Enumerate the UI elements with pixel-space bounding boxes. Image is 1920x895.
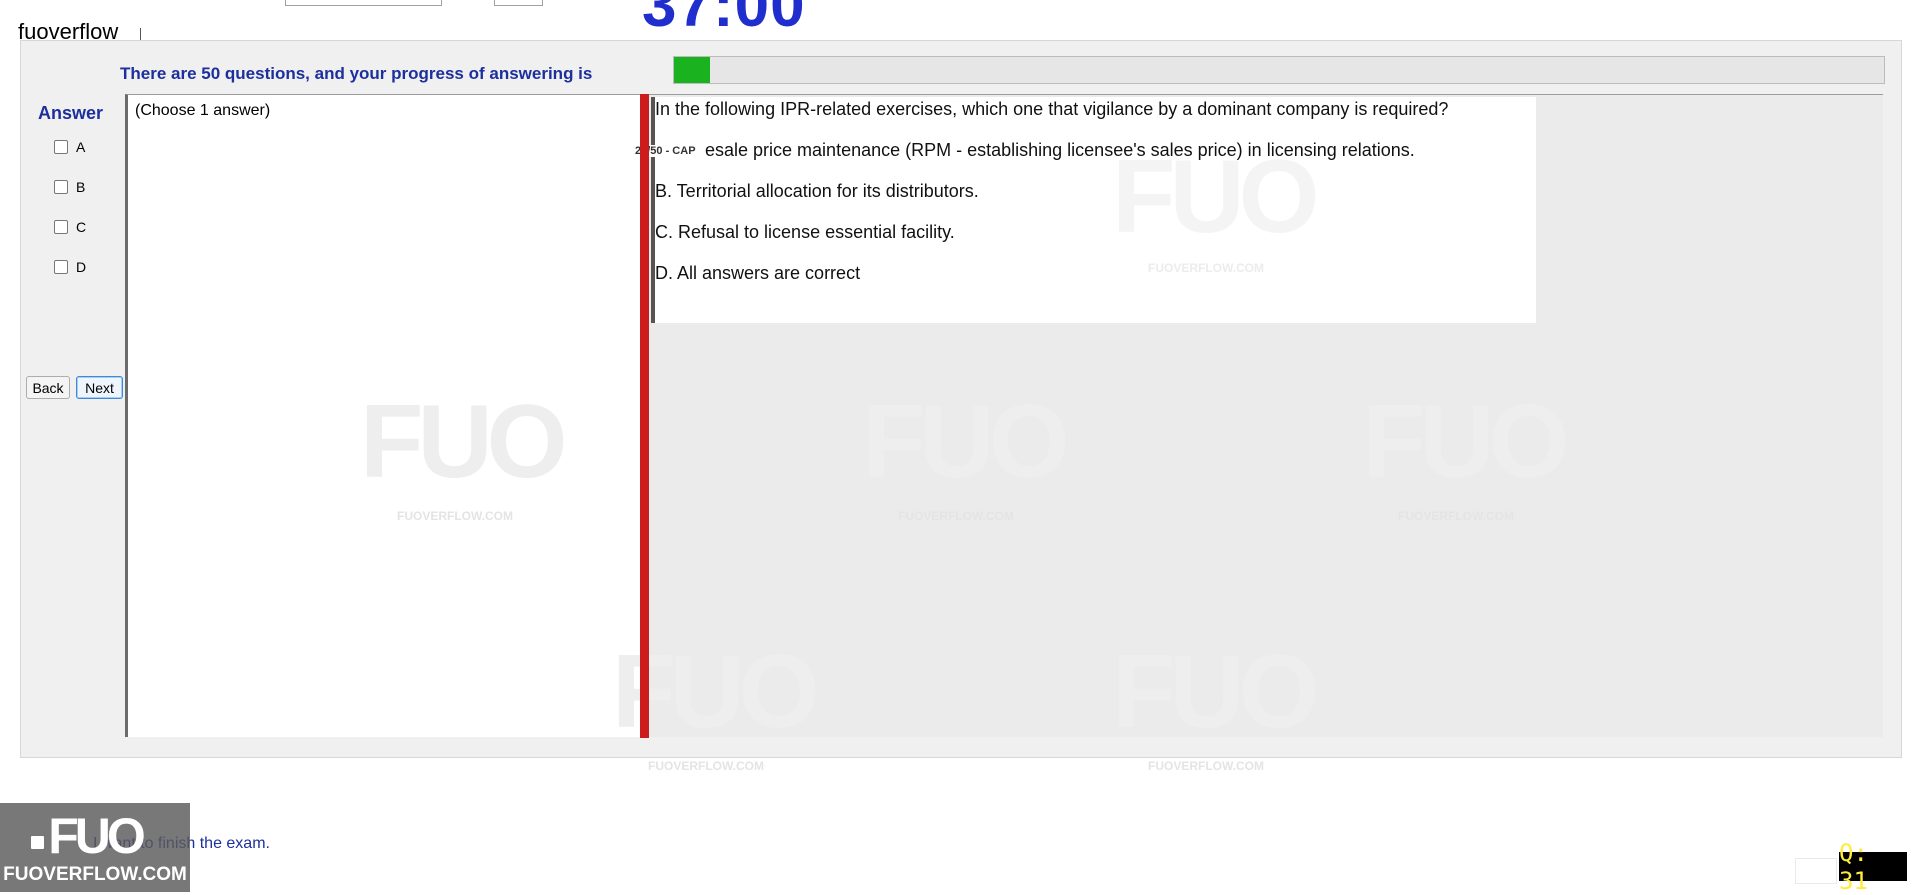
logo-text: FUOVERFLOW.COM — [3, 864, 187, 885]
checkbox-b[interactable] — [54, 180, 68, 194]
choice-b: B. Territorial allocation for its distri… — [655, 181, 979, 201]
timer: 37:00 — [642, 0, 806, 40]
watermark-logo: FUO — [360, 384, 568, 500]
back-button[interactable]: Back — [26, 376, 70, 399]
top-input-field[interactable] — [285, 0, 442, 6]
choice-d: D. All answers are correct — [655, 263, 861, 283]
question-card — [651, 97, 1536, 323]
question-counter-badge: Q: 31 — [1839, 839, 1907, 895]
progress-bar-fill — [674, 57, 710, 83]
watermark-site: FUOVERFLOW.COM — [1148, 261, 1264, 275]
top-small-field[interactable] — [494, 0, 543, 6]
watermark-site: FUOVERFLOW.COM — [1148, 759, 1264, 773]
watermark-site: FUOVERFLOW.COM — [648, 759, 764, 773]
fuoverflow-logo: FUO FUOVERFLOW.COM — [0, 803, 190, 892]
watermark-logo: FUO — [862, 384, 1070, 500]
bottom-field[interactable] — [1795, 858, 1837, 884]
answer-option-a[interactable]: A — [54, 138, 85, 156]
checkbox-c[interactable] — [54, 220, 68, 234]
watermark-logo: FUO — [1362, 384, 1570, 500]
watermark-site: FUOVERFLOW.COM — [898, 509, 1014, 523]
pane-divider[interactable] — [640, 94, 649, 738]
answer-option-label: A — [76, 139, 86, 155]
choose-hint: (Choose 1 answer) — [135, 102, 271, 119]
answer-option-b[interactable]: B — [54, 178, 85, 196]
watermark-logo: FUO — [1112, 634, 1320, 750]
choice-c: C. Refusal to license essential facility… — [655, 222, 955, 242]
logo-mark: FUO — [48, 808, 146, 864]
answer-option-d[interactable]: D — [54, 258, 86, 276]
checkbox-d[interactable] — [54, 260, 68, 274]
answer-option-c[interactable]: C — [54, 218, 86, 236]
answer-option-label: B — [76, 179, 86, 195]
answer-option-label: C — [76, 219, 87, 235]
progress-bar — [673, 56, 1885, 84]
finish-exam-checkbox[interactable] — [30, 835, 45, 850]
question-text: In the following IPR-related exercises, … — [655, 99, 1449, 119]
answer-option-label: D — [76, 259, 87, 275]
checkbox-a[interactable] — [54, 140, 68, 154]
next-button[interactable]: Next — [76, 376, 123, 399]
watermark-site: FUOVERFLOW.COM — [397, 509, 513, 523]
choice-a: esale price maintenance (RPM - establish… — [705, 140, 1415, 160]
answer-title: Answer — [38, 103, 104, 123]
watermark-site: FUOVERFLOW.COM — [1398, 509, 1514, 523]
progress-label: There are 50 questions, and your progres… — [120, 64, 593, 83]
